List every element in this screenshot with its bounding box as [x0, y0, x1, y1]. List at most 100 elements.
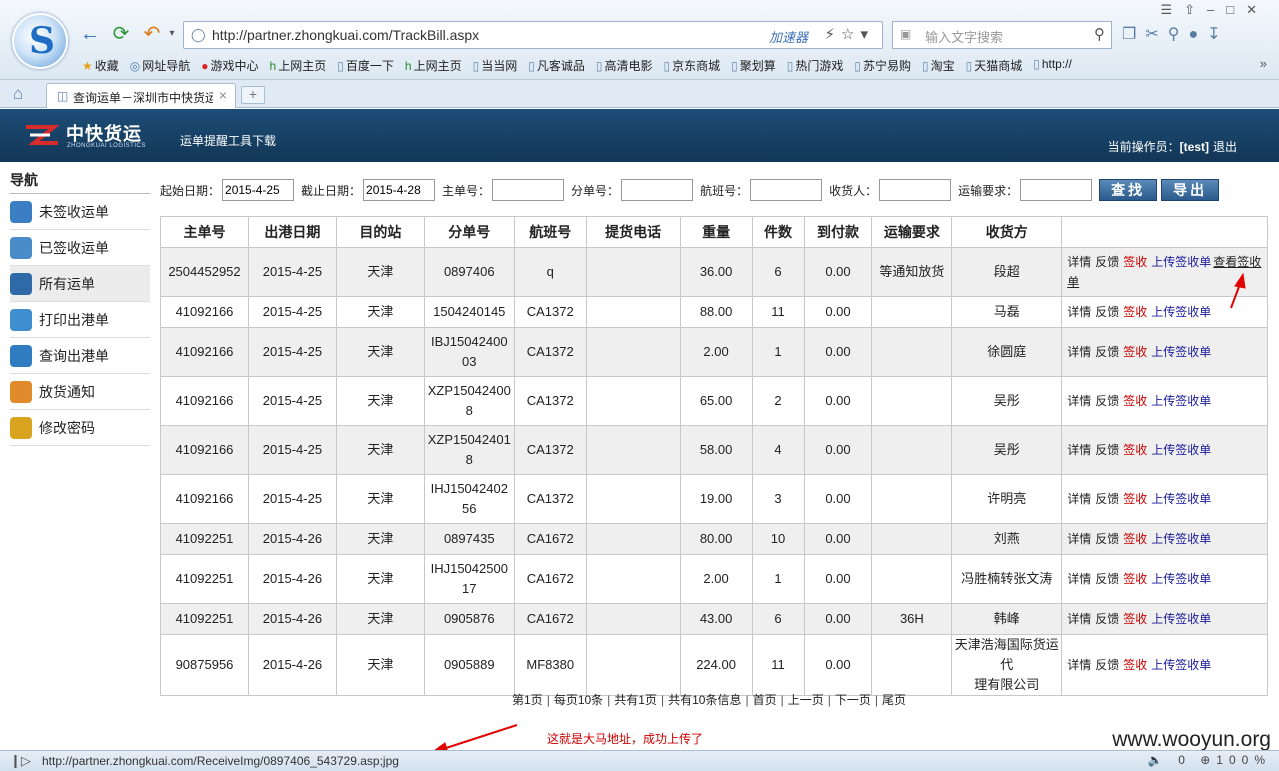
bookmark-item[interactable]: ▯ 苏宁易购	[850, 57, 918, 77]
refresh-icon[interactable]: ⟳	[109, 22, 133, 46]
sidebar-toggle-icon[interactable]: ❙▷	[10, 753, 31, 769]
search-engine-icon[interactable]: ▣	[900, 27, 911, 41]
feedback-link[interactable]: 反馈	[1095, 443, 1119, 457]
feedback-link[interactable]: 反馈	[1095, 532, 1119, 546]
pager-link[interactable]: 下一页	[835, 693, 871, 707]
sign-link[interactable]: 签收	[1123, 345, 1147, 359]
sign-link[interactable]: 签收	[1123, 492, 1147, 506]
bookmark-item[interactable]: ◎ 网址导航	[126, 57, 198, 77]
upload-receipt-link[interactable]: 上传签收单	[1151, 572, 1211, 586]
address-bar[interactable]: ◯ http://partner.zhongkuai.com/TrackBill…	[183, 21, 883, 49]
bookmark-item[interactable]: h 上网主页	[401, 57, 469, 77]
feedback-link[interactable]: 反馈	[1095, 612, 1119, 626]
pager-link[interactable]: 上一页	[788, 693, 824, 707]
bookmark-item[interactable]: ▯ 京东商城	[659, 57, 727, 77]
search-button[interactable]: 查找	[1099, 179, 1158, 201]
sign-link[interactable]: 签收	[1123, 394, 1147, 408]
detail-link[interactable]: 详情	[1067, 658, 1091, 672]
export-button[interactable]: 导出	[1161, 179, 1220, 201]
sidebar-item-1[interactable]: 未签收运单	[10, 194, 150, 230]
sign-link[interactable]: 签收	[1123, 305, 1147, 319]
pager-link[interactable]: 尾页	[882, 693, 906, 707]
sign-link[interactable]: 签收	[1123, 658, 1147, 672]
download-tool-link[interactable]: 运单提醒工具下载	[180, 132, 276, 149]
detail-link[interactable]: 详情	[1067, 532, 1091, 546]
flight-no-input[interactable]	[750, 179, 823, 201]
upload-receipt-link[interactable]: 上传签收单	[1151, 532, 1211, 546]
bookmark-item[interactable]: ▯ 凡客诚品	[524, 57, 592, 77]
master-no-input[interactable]	[492, 179, 565, 201]
address-icons[interactable]: ⚡☆▾	[824, 25, 874, 43]
new-tab-button[interactable]: +	[241, 86, 265, 104]
sidebar-item-6[interactable]: 放货通知	[10, 374, 150, 410]
upload-receipt-link[interactable]: 上传签收单	[1151, 612, 1211, 626]
sign-link[interactable]: 签收	[1123, 255, 1147, 269]
search-icon[interactable]: ⚲	[1094, 25, 1105, 43]
close-tab-icon[interactable]: ×	[219, 87, 227, 103]
zoom-level[interactable]: 100%	[1216, 753, 1271, 767]
bookmark-item[interactable]: ★ 收藏	[78, 57, 126, 77]
undo-dropdown-icon[interactable]: ▾	[160, 22, 184, 46]
sidebar-item-7[interactable]: 修改密码	[10, 410, 150, 446]
sidebar-item-2[interactable]: 已签收运单	[10, 230, 150, 266]
sign-link[interactable]: 签收	[1123, 572, 1147, 586]
feedback-link[interactable]: 反馈	[1095, 255, 1119, 269]
more-bookmarks-icon[interactable]: »	[1260, 56, 1267, 71]
tab-track-bill[interactable]: ◫ 查询运单－深圳市中快货运 ×	[46, 83, 236, 108]
upload-receipt-link[interactable]: 上传签收单	[1151, 443, 1211, 457]
bookmark-item[interactable]: ▯ 当当网	[469, 57, 525, 77]
detail-link[interactable]: 详情	[1067, 255, 1091, 269]
sidebar-item-4[interactable]: 打印出港单	[10, 302, 150, 338]
bookmark-item[interactable]: ▯ 淘宝	[918, 57, 962, 77]
feedback-link[interactable]: 反馈	[1095, 572, 1119, 586]
upload-receipt-link[interactable]: 上传签收单	[1151, 345, 1211, 359]
bookmark-item[interactable]: ▯ 聚划算	[727, 57, 783, 77]
sidebar-item-5[interactable]: 查询出港单	[10, 338, 150, 374]
feedback-link[interactable]: 反馈	[1095, 492, 1119, 506]
feedback-link[interactable]: 反馈	[1095, 345, 1119, 359]
zoom-icon[interactable]: ⊕	[1200, 753, 1216, 767]
browser-logo-icon[interactable]: S	[12, 13, 68, 69]
end-date-input[interactable]	[363, 179, 436, 201]
detail-link[interactable]: 详情	[1067, 572, 1091, 586]
bookmark-item[interactable]: ▯ http://	[1029, 57, 1079, 77]
logout-link[interactable]: 退出	[1213, 138, 1237, 155]
consignee-input[interactable]	[879, 179, 952, 201]
start-date-input[interactable]	[222, 179, 295, 201]
upload-receipt-link[interactable]: 上传签收单	[1151, 305, 1211, 319]
sign-link[interactable]: 签收	[1123, 443, 1147, 457]
bookmark-item[interactable]: ▯ 天猫商城	[962, 57, 1030, 77]
window-controls[interactable]: ☰⇧–□✕	[1160, 2, 1269, 18]
detail-link[interactable]: 详情	[1067, 394, 1091, 408]
transport-req-input[interactable]	[1020, 179, 1093, 201]
toolbar-icons[interactable]: ❐✂⚲●↧	[1122, 24, 1230, 44]
upload-receipt-link[interactable]: 上传签收单	[1151, 255, 1211, 269]
sub-no-input[interactable]	[621, 179, 694, 201]
address-url[interactable]: http://partner.zhongkuai.com/TrackBill.a…	[212, 27, 479, 43]
accelerator-button[interactable]: 加速器	[769, 27, 808, 46]
search-input[interactable]: ▣ 输入文字搜索 ⚲	[892, 21, 1112, 49]
bookmark-item[interactable]: ▯ 高清电影	[592, 57, 660, 77]
sign-link[interactable]: 签收	[1123, 612, 1147, 626]
sidebar-item-3[interactable]: 所有运单	[10, 266, 150, 302]
detail-link[interactable]: 详情	[1067, 492, 1091, 506]
bookmark-item[interactable]: ▯ 热门游戏	[783, 57, 851, 77]
bookmark-item[interactable]: h 上网主页	[266, 57, 334, 77]
feedback-link[interactable]: 反馈	[1095, 305, 1119, 319]
bookmark-item[interactable]: ▯ 百度一下	[333, 57, 401, 77]
speaker-icon[interactable]: 🔈	[1148, 753, 1169, 767]
sign-link[interactable]: 签收	[1123, 532, 1147, 546]
pager-link[interactable]: 首页	[753, 693, 777, 707]
feedback-link[interactable]: 反馈	[1095, 658, 1119, 672]
detail-link[interactable]: 详情	[1067, 305, 1091, 319]
detail-link[interactable]: 详情	[1067, 443, 1091, 457]
back-icon[interactable]: ←	[78, 22, 102, 46]
bookmark-item[interactable]: ● 游戏中心	[197, 57, 265, 77]
upload-receipt-link[interactable]: 上传签收单	[1151, 492, 1211, 506]
detail-link[interactable]: 详情	[1067, 345, 1091, 359]
home-icon[interactable]: ⌂	[13, 84, 23, 104]
upload-receipt-link[interactable]: 上传签收单	[1151, 394, 1211, 408]
status-right-icons[interactable]: 🔈 0 ⊕100%	[1148, 753, 1271, 767]
upload-receipt-link[interactable]: 上传签收单	[1151, 658, 1211, 672]
detail-link[interactable]: 详情	[1067, 612, 1091, 626]
